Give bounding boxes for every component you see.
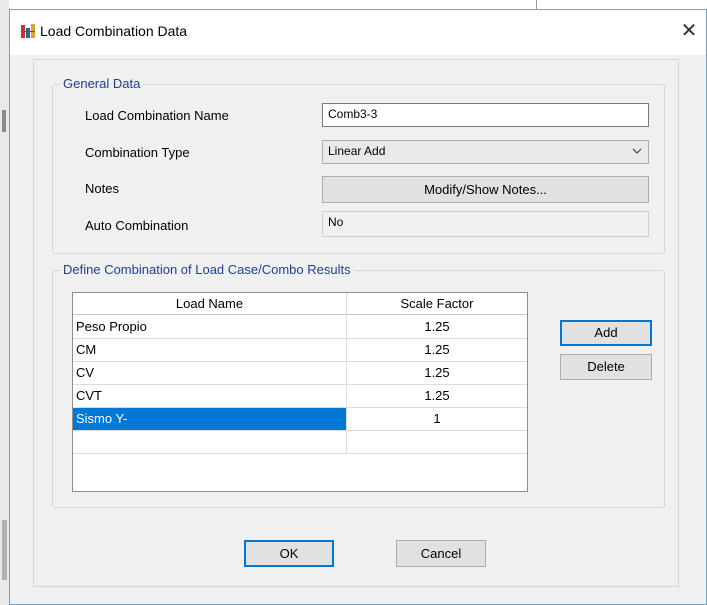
- ok-button[interactable]: OK: [244, 540, 334, 567]
- table-row[interactable]: CM 1.25: [73, 339, 527, 362]
- cancel-button[interactable]: Cancel: [396, 540, 486, 567]
- combination-type-label: Combination Type: [85, 145, 190, 160]
- background-app-mark: [2, 110, 6, 132]
- scale-factor-cell[interactable]: 1: [347, 408, 527, 430]
- combination-name-input[interactable]: Comb3-3: [322, 103, 649, 127]
- table-row[interactable]: Peso Propio 1.25: [73, 316, 527, 339]
- auto-combination-value: No: [322, 211, 649, 237]
- load-name-cell[interactable]: CV: [73, 362, 347, 384]
- modify-show-notes-button[interactable]: Modify/Show Notes...: [322, 176, 649, 203]
- define-combination-legend: Define Combination of Load Case/Combo Re…: [60, 262, 354, 278]
- close-icon[interactable]: ✕: [678, 18, 700, 44]
- combination-type-value: Linear Add: [328, 144, 386, 158]
- auto-combination-label: Auto Combination: [85, 218, 189, 233]
- delete-button[interactable]: Delete: [560, 354, 652, 380]
- load-name-cell[interactable]: CM: [73, 339, 347, 361]
- general-data-legend: General Data: [60, 76, 144, 92]
- etabs-load-icon: [20, 23, 38, 39]
- scale-factor-cell[interactable]: 1.25: [347, 362, 527, 384]
- background-app-top: [9, 0, 707, 9]
- combination-name-label: Load Combination Name: [85, 108, 229, 123]
- scale-factor-cell[interactable]: 1.25: [347, 385, 527, 407]
- scale-factor-cell[interactable]: 1.25: [347, 339, 527, 361]
- background-app-line: [536, 0, 537, 9]
- load-name-cell[interactable]: Sismo Y-: [73, 408, 347, 430]
- load-name-cell[interactable]: Peso Propio: [73, 316, 347, 338]
- scale-factor-cell[interactable]: 1.25: [347, 316, 527, 338]
- table-header: Load Name Scale Factor: [73, 293, 527, 315]
- background-app-mark: [2, 520, 7, 580]
- combination-type-select[interactable]: Linear Add: [322, 140, 649, 164]
- column-header-load-name[interactable]: Load Name: [73, 293, 347, 315]
- background-app-edge: [0, 0, 9, 605]
- load-name-cell-empty[interactable]: [73, 431, 347, 453]
- chevron-down-icon: [632, 141, 642, 170]
- scale-factor-cell-empty[interactable]: [347, 431, 527, 453]
- load-name-cell[interactable]: CVT: [73, 385, 347, 407]
- table-row-selected[interactable]: Sismo Y- 1: [73, 408, 527, 431]
- table-row[interactable]: CV 1.25: [73, 362, 527, 385]
- dialog-title: Load Combination Data: [40, 23, 188, 39]
- column-header-scale-factor[interactable]: Scale Factor: [347, 293, 527, 315]
- table-row-empty[interactable]: [73, 431, 527, 454]
- add-button[interactable]: Add: [560, 320, 652, 346]
- notes-label: Notes: [85, 181, 119, 196]
- table-row[interactable]: CVT 1.25: [73, 385, 527, 408]
